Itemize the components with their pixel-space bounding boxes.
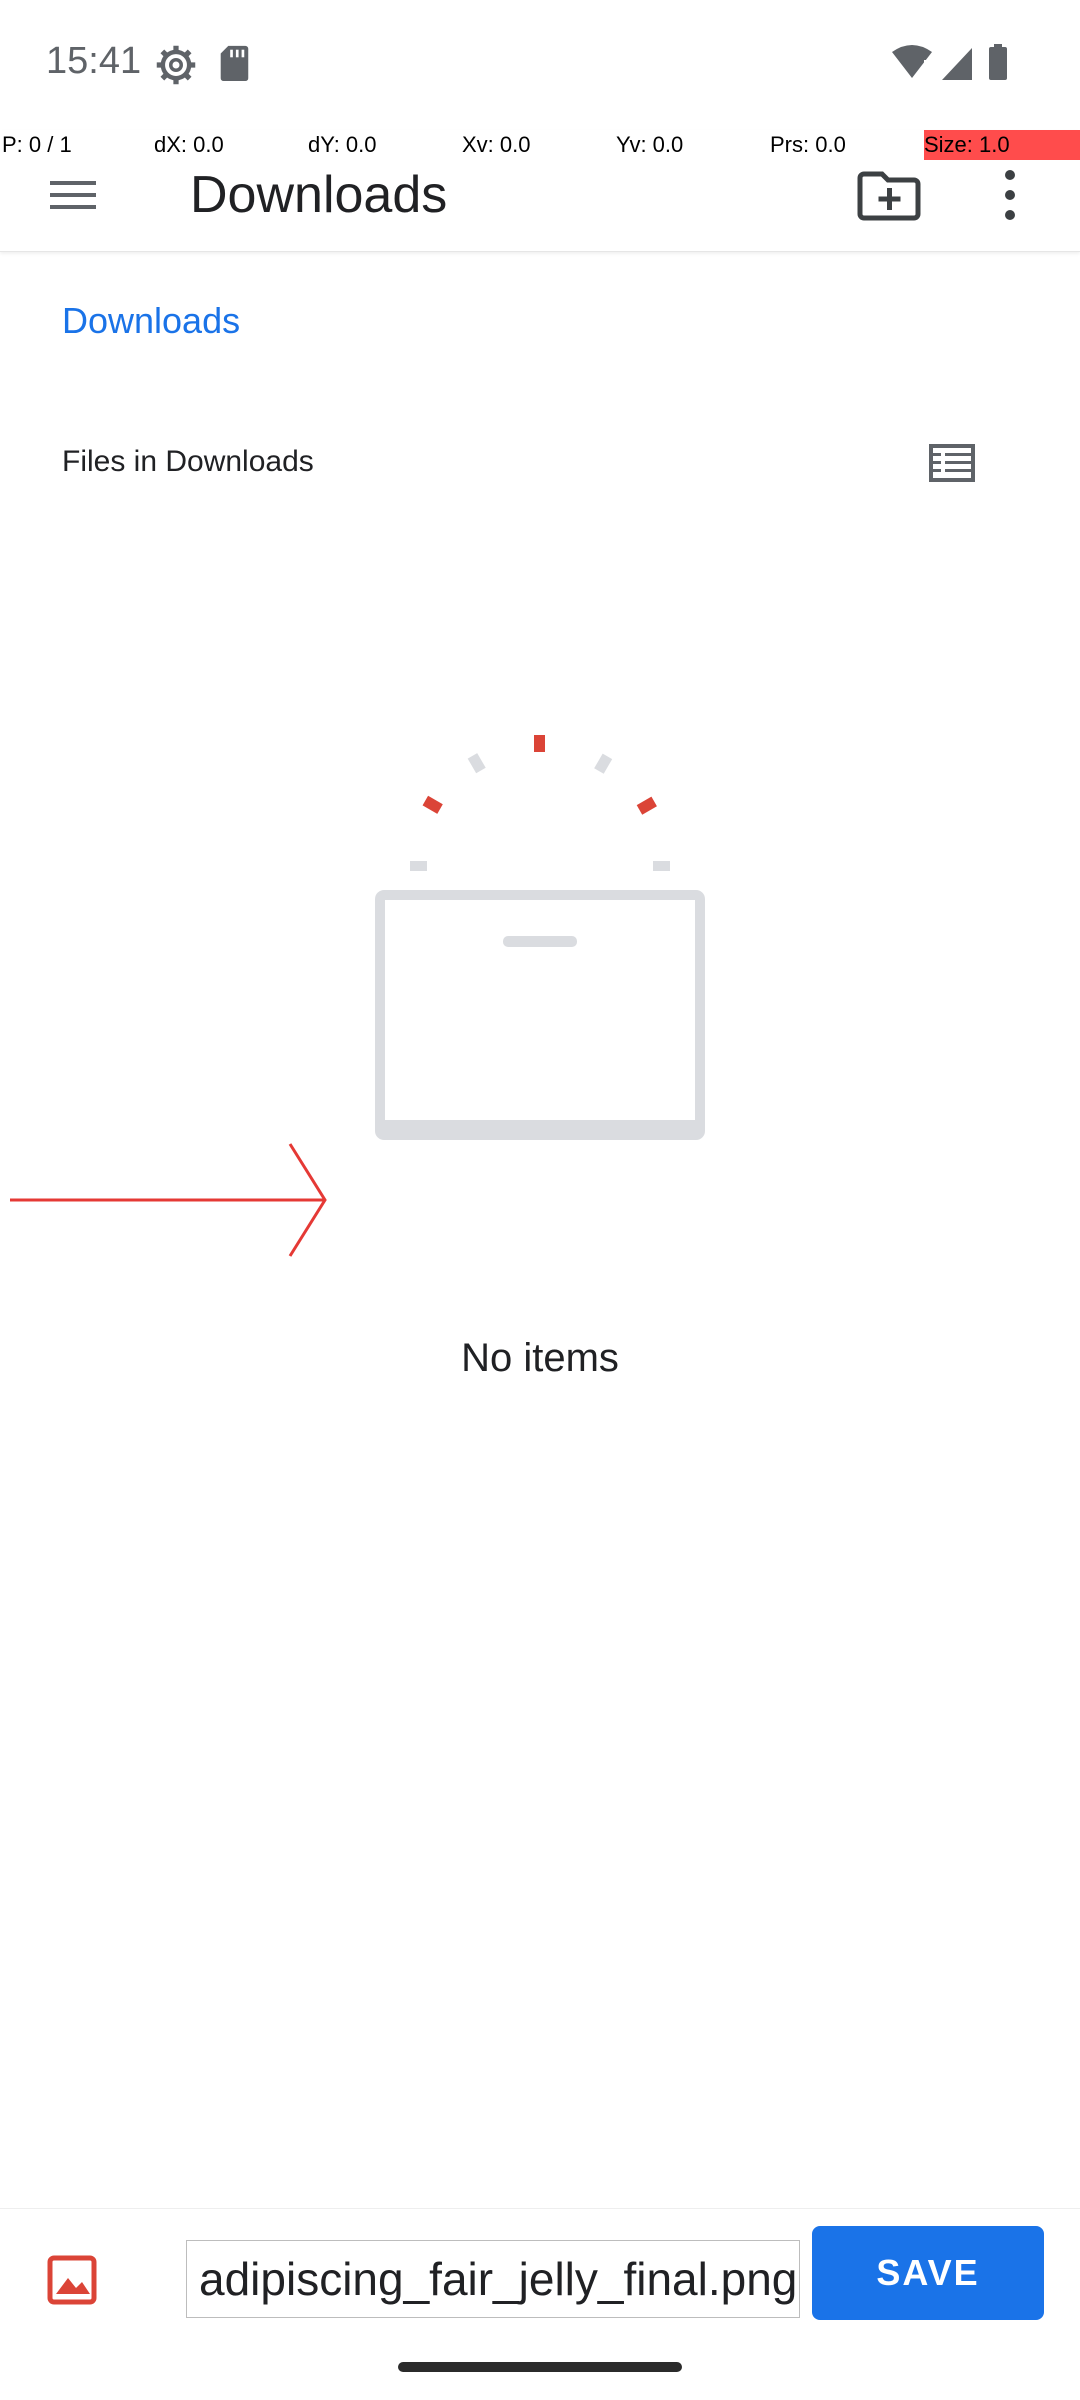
wifi-alert-icon (892, 45, 932, 78)
image-icon (47, 2255, 97, 2305)
list-view-button[interactable] (925, 438, 980, 488)
file-thumbnail[interactable] (12, 2226, 132, 2334)
sd-card-icon (220, 45, 249, 82)
status-bar: 15:41 (0, 0, 1080, 130)
new-folder-icon (857, 171, 921, 221)
signal-icon (942, 48, 972, 80)
page-title: Downloads (190, 166, 448, 224)
more-vert-icon (1005, 170, 1015, 220)
more-options-button[interactable] (985, 160, 1035, 230)
new-folder-button[interactable] (850, 160, 930, 230)
status-right-icons (892, 44, 1007, 80)
navigation-handle[interactable] (398, 2362, 682, 2372)
menu-icon (50, 181, 96, 209)
empty-folder-illustration (375, 735, 705, 1140)
menu-button[interactable] (40, 160, 110, 230)
status-time: 15:41 (46, 40, 142, 82)
breadcrumb-downloads[interactable]: Downloads (62, 296, 240, 346)
save-button[interactable]: SAVE (812, 2226, 1044, 2320)
filename-input[interactable]: adipiscing_fair_jelly_final.png (186, 2240, 800, 2318)
view-list-icon (929, 444, 975, 482)
arrow-annotation (10, 1143, 327, 1257)
section-header: Files in Downloads (62, 445, 314, 478)
empty-message: No items (461, 1336, 619, 1380)
battery-icon (989, 44, 1007, 80)
settings-icon (156, 45, 196, 85)
